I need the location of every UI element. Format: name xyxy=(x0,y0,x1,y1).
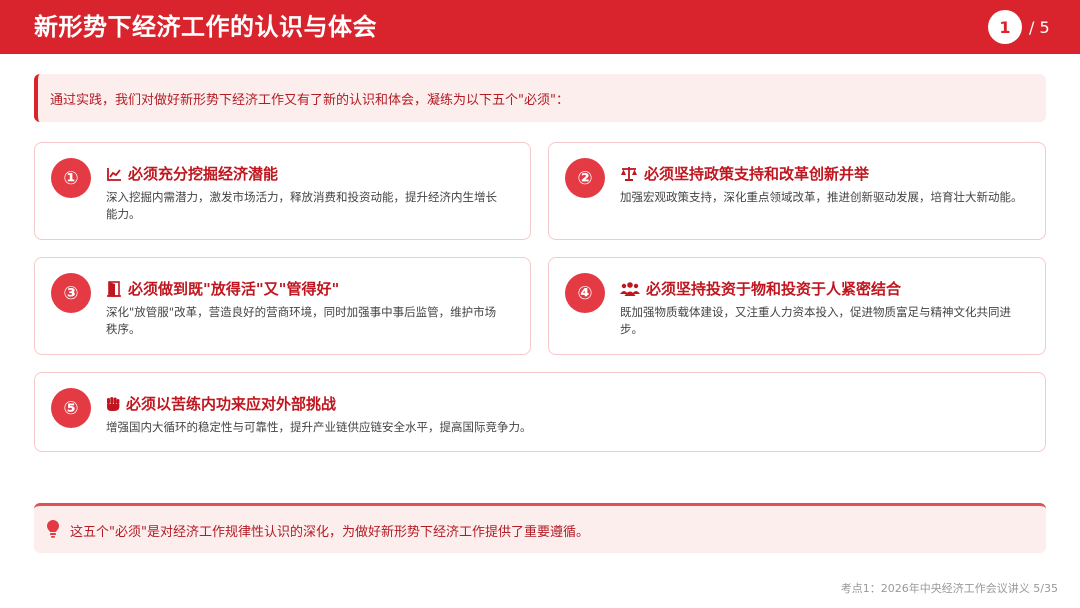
card-number: ② xyxy=(565,158,605,198)
balance-scale-icon xyxy=(620,166,638,182)
card-desc-line: 深入挖掘内需潜力，激发市场活力，释放消费和投资动能，提升经济内生增长 xyxy=(106,190,497,204)
card-desc-line: 深化"放管服"改革，营造良好的营商环境，同时加强事中事后监管，维护市场 xyxy=(106,305,497,319)
line-chart-icon xyxy=(106,166,122,182)
card-5: ⑤ 必须以苦练内功来应对外部挑战 增强国内大循环的稳定性与可靠性，提升产业链供应… xyxy=(34,372,1046,452)
intro-banner: 通过实践，我们对做好新形势下经济工作又有了新的认识和体会，凝练为以下五个"必须"… xyxy=(34,74,1046,122)
page-title: 新形势下经济工作的认识与体会 xyxy=(34,13,377,41)
card-number: ① xyxy=(51,158,91,198)
summary-banner: 这五个"必须"是对经济工作规律性认识的深化，为做好新形势下经济工作提供了重要遵循… xyxy=(34,503,1046,553)
people-group-icon xyxy=(620,281,640,297)
card-desc-line: 能力。 xyxy=(106,207,141,221)
card-number: ④ xyxy=(565,273,605,313)
card-description: 增强国内大循环的稳定性与可靠性，提升产业链供应链安全水平，提高国际竞争力。 xyxy=(106,419,532,436)
summary-text: 这五个"必须"是对经济工作规律性认识的深化，为做好新形势下经济工作提供了重要遵循… xyxy=(70,525,589,540)
card-desc-line: 增强国内大循环的稳定性与可靠性，提升产业链供应链安全水平，提高国际竞争力。 xyxy=(106,420,532,434)
current-page-badge: 1 xyxy=(988,10,1022,44)
card-title: 必须坚持政策支持和改革创新并举 xyxy=(644,165,870,183)
header-bar: 新形势下经济工作的认识与体会 1 / 5 xyxy=(0,0,1080,54)
card-4: ④ 必须坚持投资于物和投资于人紧密结合 既加强物质载体建设，又注重人力资本投入，… xyxy=(548,257,1046,355)
card-description: 深化"放管服"改革，营造良好的营商环境，同时加强事中事后监管，维护市场 秩序。 xyxy=(106,304,496,338)
door-open-icon xyxy=(106,280,122,297)
card-title: 必须坚持投资于物和投资于人紧密结合 xyxy=(646,280,902,298)
card-3: ③ 必须做到既"放得活"又"管得好" 深化"放管服"改革，营造良好的营商环境，同… xyxy=(34,257,531,355)
fist-icon xyxy=(106,396,120,412)
intro-text: 通过实践，我们对做好新形势下经济工作又有了新的认识和体会，凝练为以下五个"必须"… xyxy=(50,92,569,108)
card-description: 深入挖掘内需潜力，激发市场活力，释放消费和投资动能，提升经济内生增长 能力。 xyxy=(106,189,497,223)
card-2: ② 必须坚持政策支持和改革创新并举 加强宏观政策支持，深化重点领域改革，推进创新… xyxy=(548,142,1046,240)
page-total: / 5 xyxy=(1029,18,1050,37)
card-desc-line: 秩序。 xyxy=(106,322,141,336)
footer-caption: 考点1：2026年中央经济工作会议讲义 5/35 xyxy=(840,582,1058,595)
card-number: ③ xyxy=(51,273,91,313)
card-title: 必须充分挖掘经济潜能 xyxy=(128,165,279,183)
card-1: ① 必须充分挖掘经济潜能 深入挖掘内需潜力，激发市场活力，释放消费和投资动能，提… xyxy=(34,142,531,240)
card-description: 加强宏观政策支持，深化重点领域改革，推进创新驱动发展，培育壮大新动能。 xyxy=(620,189,1023,206)
card-desc-line: 加强宏观政策支持，深化重点领域改革，推进创新驱动发展，培育壮大新动能。 xyxy=(620,190,1023,204)
card-number: ⑤ xyxy=(51,388,91,428)
card-desc-line: 步。 xyxy=(620,322,643,336)
card-title: 必须做到既"放得活"又"管得好" xyxy=(128,280,340,298)
card-title: 必须以苦练内功来应对外部挑战 xyxy=(126,395,337,413)
card-description: 既加强物质载体建设，又注重人力资本投入，促进物质富足与精神文化共同进 步。 xyxy=(620,304,1011,338)
lightbulb-icon xyxy=(46,519,60,539)
card-desc-line: 既加强物质载体建设，又注重人力资本投入，促进物质富足与精神文化共同进 xyxy=(620,305,1011,319)
